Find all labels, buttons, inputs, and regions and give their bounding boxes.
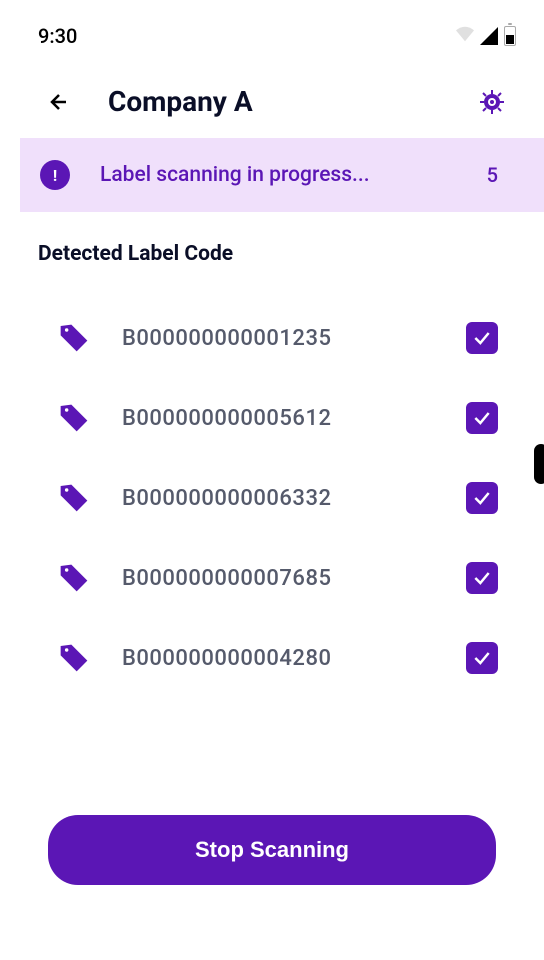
label-row: B000000000004280: [40, 618, 504, 698]
back-button[interactable]: [45, 88, 73, 116]
label-checkbox[interactable]: [466, 482, 498, 514]
tag-icon: [56, 320, 92, 356]
stop-scanning-button[interactable]: Stop Scanning: [48, 815, 496, 885]
wifi-icon: [454, 24, 476, 48]
status-icons: [454, 24, 516, 48]
label-code-text: B000000000004280: [122, 646, 436, 671]
label-row: B000000000005612: [40, 378, 504, 458]
arrow-left-icon: [47, 90, 71, 114]
bottom-bar: Stop Scanning: [48, 815, 496, 885]
label-code-text: B000000000007685: [122, 566, 436, 591]
label-row: B000000000001235: [40, 298, 504, 378]
label-code-text: B000000000005612: [122, 406, 436, 431]
tag-icon: [56, 640, 92, 676]
label-checkbox[interactable]: [466, 322, 498, 354]
scanning-banner: ! Label scanning in progress... 5: [20, 138, 544, 212]
tag-icon: [56, 480, 92, 516]
label-checkbox[interactable]: [466, 562, 498, 594]
app-header: Company A: [0, 65, 544, 138]
battery-icon: [504, 26, 516, 46]
label-code-text: B000000000001235: [122, 326, 436, 351]
label-list: B000000000001235 B000000000005612 B0000000…: [0, 298, 544, 698]
label-row: B000000000006332: [40, 458, 504, 538]
label-code-text: B000000000006332: [122, 486, 436, 511]
bug-icon: [480, 90, 504, 114]
banner-message: Label scanning in progress...: [100, 163, 487, 187]
page-title: Company A: [108, 85, 443, 118]
side-handle: [534, 444, 544, 484]
info-icon: !: [40, 160, 70, 190]
banner-count: 5: [487, 163, 498, 187]
debug-button[interactable]: [478, 88, 506, 116]
section-title: Detected Label Code: [0, 242, 544, 266]
tag-icon: [56, 560, 92, 596]
label-checkbox[interactable]: [466, 402, 498, 434]
tag-icon: [56, 400, 92, 436]
label-row: B000000000007685: [40, 538, 504, 618]
status-time: 9:30: [38, 24, 77, 48]
status-bar: 9:30: [0, 0, 544, 65]
label-checkbox[interactable]: [466, 642, 498, 674]
signal-icon: [480, 27, 498, 45]
